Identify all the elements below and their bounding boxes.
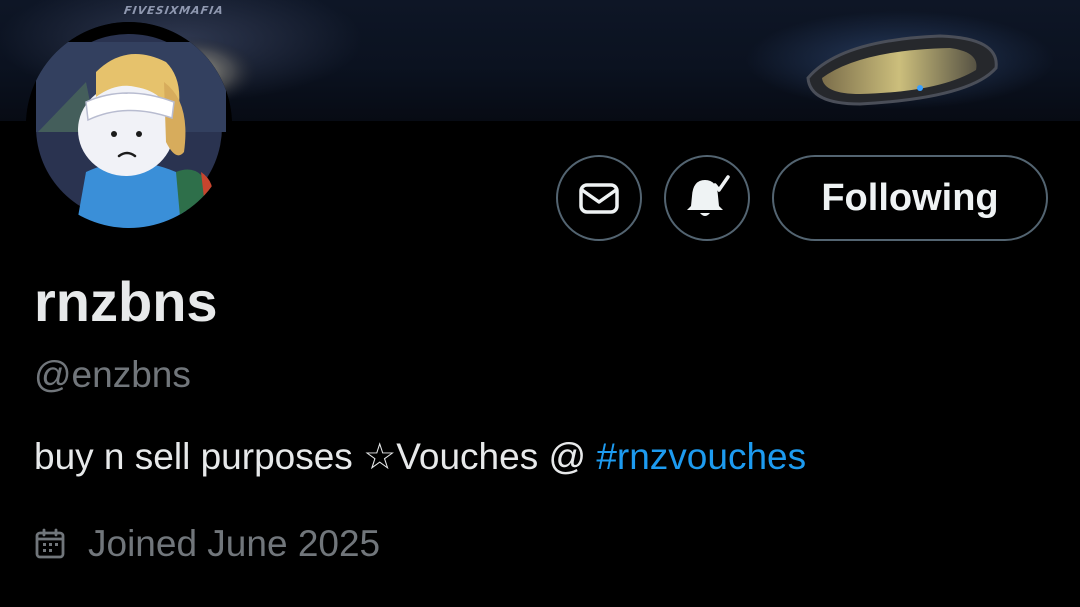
- bio-text: buy n sell purposes ☆Vouches @: [34, 436, 597, 477]
- display-name: rnzbns: [34, 270, 218, 333]
- avatar-image: [26, 22, 232, 228]
- notifications-button[interactable]: [664, 155, 750, 241]
- message-button[interactable]: [556, 155, 642, 241]
- banner-headlight: [806, 34, 998, 106]
- joined-date: Joined June 2025: [34, 522, 380, 566]
- envelope-icon: [579, 183, 619, 214]
- avatar[interactable]: [26, 22, 232, 228]
- bell-check-icon: [687, 175, 730, 216]
- user-handle: @enzbns: [34, 354, 191, 395]
- joined-label: Joined June 2025: [88, 523, 381, 564]
- banner-wordmark: FIVESIXMAFIA: [123, 4, 225, 17]
- bio-hashtag-link[interactable]: #rnzvouches: [596, 436, 806, 477]
- following-button[interactable]: Following: [772, 155, 1048, 241]
- calendar-icon: [35, 528, 65, 559]
- profile-bio: buy n sell purposes ☆Vouches @ #rnzvouch…: [34, 435, 806, 479]
